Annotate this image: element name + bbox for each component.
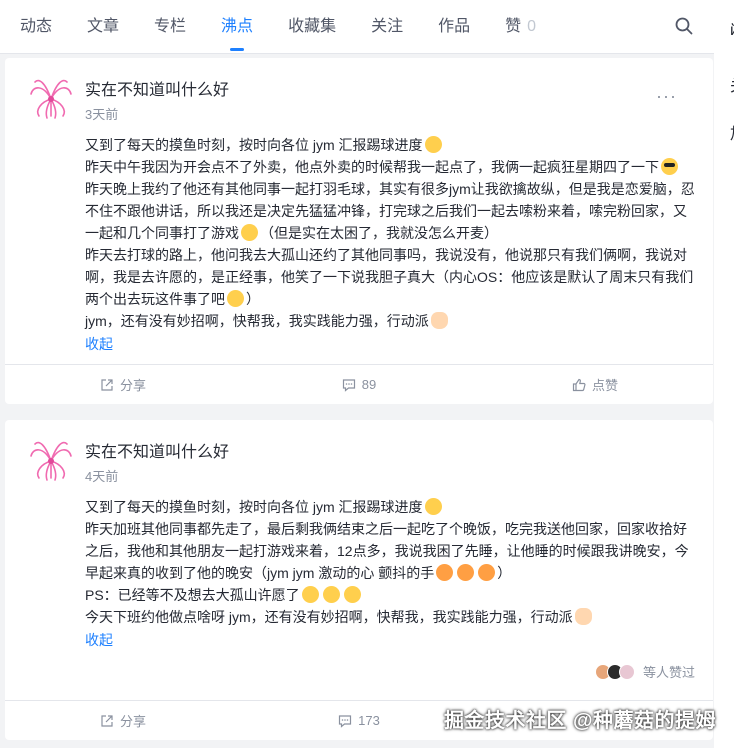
content-line: 昨天中午我因为开会点不了外卖，他点外卖的时候帮我一起点了，我俩一起疯狂星期四了一… — [85, 159, 659, 175]
content-line: PS：已经等不及想去大孤山许愿了 — [85, 587, 300, 603]
grin-emoji-icon — [343, 586, 361, 603]
profile-tabs: 动态 文章 专栏 沸点 收藏集 关注 作品 赞0 — [0, 0, 714, 54]
thumbs-up-icon — [572, 378, 586, 391]
laugh-emoji-icon — [478, 564, 496, 581]
content-line: 今天下班约他做点啥呀 jym，还有没有妙招啊，快帮我，我实践能力强，行动派 — [85, 609, 573, 625]
fist-emoji-icon — [430, 312, 448, 329]
comment-button[interactable]: 89 — [241, 365, 477, 404]
like-label: 点赞 — [591, 378, 618, 393]
like-button[interactable]: 点赞 — [477, 365, 713, 404]
username[interactable]: 实在不知道叫什么好 — [85, 438, 229, 462]
sidebar-char: й — [730, 22, 734, 40]
grin-emoji-icon — [301, 586, 319, 603]
grin-emoji-icon — [322, 586, 340, 603]
content-line: ） — [246, 291, 260, 307]
comment-count: 89 — [361, 377, 377, 392]
post-time: 4天前 — [85, 469, 119, 484]
grin-emoji-icon — [424, 136, 442, 153]
content-line: jym，还有没有妙招啊，快帮我，我实践能力强，行动派 — [85, 313, 429, 329]
tab-columns[interactable]: 专栏 — [154, 0, 186, 54]
tab-collections[interactable]: 收藏集 — [288, 0, 336, 54]
content-line: 昨天去打球的路上，他问我去大孤山还约了其他同事吗，我说没有，他说那只有我们俩啊，… — [85, 247, 694, 307]
pin-card: 实在不知道叫什么好 4天前 又到了每天的摸鱼时刻，按时向各位 jym 汇报踢球进… — [5, 420, 713, 740]
tab-likes-label: 赞 — [505, 17, 522, 35]
content-line: （但是实在太困了，我就没怎么开麦） — [260, 225, 498, 241]
liked-text: 等人赞过 — [642, 665, 695, 680]
right-sidebar-clipped: й 关 加 — [714, 0, 734, 748]
liker-avatar — [618, 663, 635, 680]
share-label: 分享 — [119, 378, 146, 393]
smile-emoji-icon — [227, 290, 244, 307]
more-options-icon[interactable]: ··· — [656, 86, 677, 107]
comment-count: 173 — [358, 713, 380, 728]
comment-icon — [342, 378, 355, 392]
grin-emoji-icon — [424, 498, 442, 515]
pin-actions: 分享 89 点赞 — [5, 364, 713, 404]
sidebar-char: 加 — [730, 120, 734, 144]
pin-content: 又到了每天的摸鱼时刻，按时向各位 jym 汇报踢球进度 昨天中午我因为开会点不了… — [85, 134, 695, 355]
search-icon[interactable] — [674, 16, 694, 36]
tab-pins[interactable]: 沸点 — [221, 0, 253, 54]
tab-works[interactable]: 作品 — [438, 0, 470, 54]
share-button[interactable]: 分享 — [5, 365, 241, 404]
collapse-link[interactable]: 收起 — [85, 629, 113, 651]
watermark: 掘金技术社区 @种蘑菇的提姆 — [443, 710, 716, 732]
avatar[interactable] — [25, 72, 77, 124]
share-label: 分享 — [119, 714, 146, 729]
fist-emoji-icon — [574, 608, 592, 625]
avatar-flower-icon — [30, 79, 72, 119]
comment-button[interactable]: 173 — [241, 701, 477, 740]
comment-icon — [339, 714, 352, 728]
content-line: 昨天加班其他同事都先走了，最后剩我俩结束之后一起吃了个晚饭，吃完我送他回家，回家… — [85, 521, 689, 581]
pin-content: 又到了每天的摸鱼时刻，按时向各位 jym 汇报踢球进度 昨天加班其他同事都先走了… — [85, 496, 695, 651]
tab-dynamics[interactable]: 动态 — [20, 0, 52, 54]
tab-following[interactable]: 关注 — [371, 0, 403, 54]
pin-card: 实在不知道叫什么好 3天前 ··· 又到了每天的摸鱼时刻，按时向各位 jym 汇… — [5, 58, 713, 404]
post-time: 3天前 — [85, 107, 119, 122]
avatar-flower-icon — [30, 441, 72, 481]
laugh-emoji-icon — [457, 564, 475, 581]
share-button[interactable]: 分享 — [5, 701, 241, 740]
sunglasses-emoji-icon — [661, 158, 678, 175]
liked-by[interactable]: 等人赞过 — [594, 662, 695, 681]
content-line: ） — [497, 565, 512, 581]
share-icon — [101, 714, 113, 727]
sidebar-char: 关 — [730, 72, 734, 96]
content-line: 又到了每天的摸鱼时刻，按时向各位 jym 汇报踢球进度 — [85, 499, 423, 515]
tab-likes-count: 0 — [527, 17, 537, 35]
share-icon — [101, 378, 113, 391]
content-line: 又到了每天的摸鱼时刻，按时向各位 jym 汇报踢球进度 — [85, 137, 423, 153]
tab-articles[interactable]: 文章 — [87, 0, 119, 54]
avatar[interactable] — [25, 434, 77, 486]
tab-likes[interactable]: 赞0 — [505, 0, 536, 54]
collapse-link[interactable]: 收起 — [85, 333, 113, 355]
smile-emoji-icon — [241, 224, 258, 241]
username[interactable]: 实在不知道叫什么好 — [85, 76, 229, 100]
laugh-emoji-icon — [436, 564, 454, 581]
